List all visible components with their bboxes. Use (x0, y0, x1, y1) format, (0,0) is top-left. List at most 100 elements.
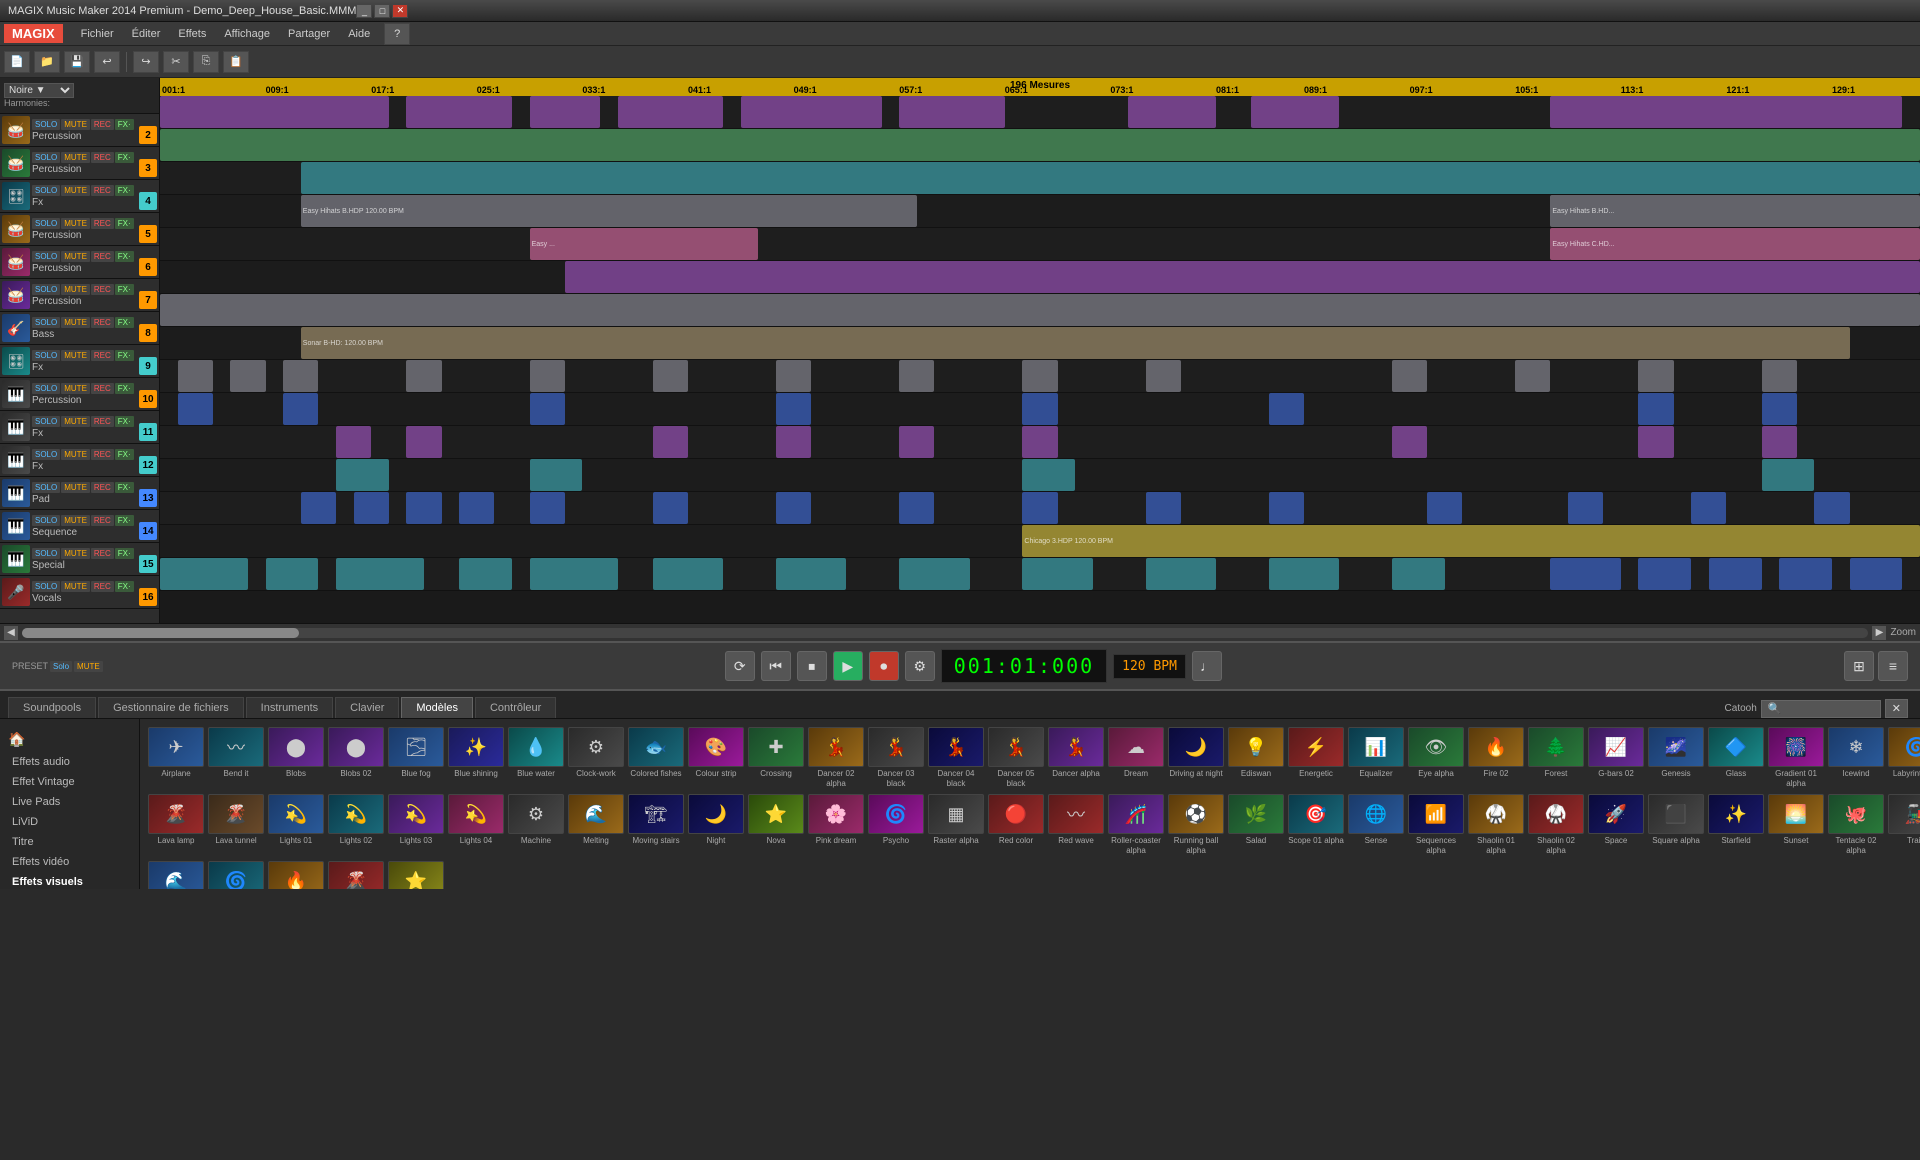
segment-11-5[interactable] (899, 426, 934, 458)
segment-9-10[interactable] (1146, 360, 1181, 392)
segment-15-7[interactable] (776, 558, 846, 590)
category-titre[interactable]: Titre (0, 832, 139, 852)
segment-13-1[interactable] (301, 492, 336, 524)
segment-13-12[interactable] (1427, 492, 1462, 524)
segment-11-9[interactable] (1762, 426, 1797, 458)
media-row3-item2[interactable]: 🌀 (208, 861, 264, 889)
segment-15-14[interactable] (1638, 558, 1691, 590)
media-genesis[interactable]: 🌌 Genesis (1648, 727, 1704, 788)
media-lava-lamp[interactable]: 🌋 Lava lamp (148, 794, 204, 855)
media-blobs02[interactable]: ⬤ Blobs 02 (328, 727, 384, 788)
segment-1-4[interactable] (618, 96, 724, 128)
media-glass[interactable]: 🔷 Glass (1708, 727, 1764, 788)
menu-editer[interactable]: Éditer (124, 26, 169, 42)
segment-10-4[interactable] (776, 393, 811, 425)
media-energetic[interactable]: ⚡ Energetic (1288, 727, 1344, 788)
media-dancer-02-alpha[interactable]: 💃 Dancer 02 alpha (808, 727, 864, 788)
track-4-solo[interactable]: SOLO (32, 218, 60, 229)
segment-9-2[interactable] (230, 360, 265, 392)
media-melting[interactable]: 🌊 Melting (568, 794, 624, 855)
media-shaolin-01-alpha[interactable]: 🥋 Shaolin 01 alpha (1468, 794, 1524, 855)
track-4-rec[interactable]: REC (91, 218, 114, 229)
track-13-rec[interactable]: REC (91, 515, 114, 526)
media-lights-03[interactable]: 💫 Lights 03 (388, 794, 444, 855)
segment-11-7[interactable] (1392, 426, 1427, 458)
save-button[interactable]: 💾 (64, 51, 90, 73)
segment-5-2[interactable]: Easy Hihats C.HD... (1550, 228, 1920, 260)
media-train[interactable]: 🚂 Train (1888, 794, 1920, 855)
segment-15-9[interactable] (1022, 558, 1092, 590)
segment-15-17[interactable] (1850, 558, 1903, 590)
track-lane-2[interactable] (160, 129, 1920, 162)
media-forest[interactable]: 🌲 Forest (1528, 727, 1584, 788)
category-live-pads[interactable]: Live Pads (0, 792, 139, 812)
track-1-mute[interactable]: MUTE (61, 119, 90, 130)
segment-11-1[interactable] (336, 426, 371, 458)
track-3-rec[interactable]: REC (91, 185, 114, 196)
menu-effets[interactable]: Effets (170, 26, 214, 42)
track-1-rec[interactable]: REC (91, 119, 114, 130)
track-3-fx[interactable]: FX· (115, 185, 134, 196)
segment-1-5[interactable] (741, 96, 882, 128)
media-dancer-05-black[interactable]: 💃 Dancer 05 black (988, 727, 1044, 788)
segment-15-5[interactable] (530, 558, 618, 590)
settings-button[interactable]: ⚙ (905, 651, 935, 681)
menu-fichier[interactable]: Fichier (73, 26, 122, 42)
stop-button[interactable]: ⏹ (797, 651, 827, 681)
track-8-mute[interactable]: MUTE (61, 350, 90, 361)
media-lights-02[interactable]: 💫 Lights 02 (328, 794, 384, 855)
media-salad[interactable]: 🌿 Salad (1228, 794, 1284, 855)
track-lane-11[interactable] (160, 426, 1920, 459)
track-13-solo[interactable]: SOLO (32, 515, 60, 526)
segment-15-13[interactable] (1550, 558, 1620, 590)
segment-15-6[interactable] (653, 558, 723, 590)
media-tentacle-02-alpha[interactable]: 🐙 Tentacle 02 alpha (1828, 794, 1884, 855)
media-colour-strip[interactable]: 🎨 Colour strip (688, 727, 744, 788)
open-button[interactable]: 📁 (34, 51, 60, 73)
track-14-solo[interactable]: SOLO (32, 548, 60, 559)
scroll-left-button[interactable]: ◀ (4, 626, 18, 640)
track-lane-10[interactable] (160, 393, 1920, 426)
track-9-mute[interactable]: MUTE (61, 383, 90, 394)
cut-button[interactable]: ✂ (163, 51, 189, 73)
track-8-solo[interactable]: SOLO (32, 350, 60, 361)
segment-12-2[interactable] (530, 459, 583, 491)
media-red-wave[interactable]: 〰 Red wave (1048, 794, 1104, 855)
segment-3-1[interactable] (301, 162, 1920, 194)
segment-1-8[interactable] (1251, 96, 1339, 128)
segment-13-9[interactable] (1022, 492, 1057, 524)
track-2-fx[interactable]: FX· (115, 152, 134, 163)
track-lane-14[interactable]: Chicago 3.HDP 120.00 BPM (160, 525, 1920, 558)
tab-instruments[interactable]: Instruments (246, 697, 333, 718)
media-sunset[interactable]: 🌅 Sunset (1768, 794, 1824, 855)
media-machine[interactable]: ⚙ Machine (508, 794, 564, 855)
segment-5-1[interactable]: Easy ... (530, 228, 759, 260)
media-square-alpha[interactable]: ⬛ Square alpha (1648, 794, 1704, 855)
segment-4-1[interactable]: Easy Hihats B.HDP 120.00 BPM (301, 195, 917, 227)
track-8-fx[interactable]: FX· (115, 350, 134, 361)
list-view-button[interactable]: ≡ (1878, 651, 1908, 681)
segment-9-12[interactable] (1515, 360, 1550, 392)
segment-4-2[interactable]: Easy Hihats B.HD... (1550, 195, 1920, 227)
segment-15-8[interactable] (899, 558, 969, 590)
track-lane-1[interactable] (160, 96, 1920, 129)
track-13-fx[interactable]: FX· (115, 515, 134, 526)
search-input[interactable] (1761, 700, 1881, 718)
segment-13-15[interactable] (1814, 492, 1849, 524)
segment-10-6[interactable] (1269, 393, 1304, 425)
media-red-color[interactable]: 🔴 Red color (988, 794, 1044, 855)
media-clockwork[interactable]: ⚙ Clock-work (568, 727, 624, 788)
segment-9-13[interactable] (1638, 360, 1673, 392)
media-lights-01[interactable]: 💫 Lights 01 (268, 794, 324, 855)
tracks-content[interactable]: Easy Hihats B.HDP 120.00 BPM Easy Hihats… (160, 96, 1920, 623)
time-ruler[interactable]: 196 Mesures 001:1 009:1 017:1 025:1 033:… (160, 78, 1920, 96)
media-nova[interactable]: ⭐ Nova (748, 794, 804, 855)
media-night[interactable]: 🌙 Night (688, 794, 744, 855)
copy-button[interactable]: ⎘ (193, 51, 219, 73)
media-row3-item5[interactable]: ⭐ (388, 861, 444, 889)
segment-9-6[interactable] (653, 360, 688, 392)
tab-clavier[interactable]: Clavier (335, 697, 399, 718)
track-11-fx[interactable]: FX· (115, 449, 134, 460)
track-7-fx[interactable]: FX· (115, 317, 134, 328)
media-lights-04[interactable]: 💫 Lights 04 (448, 794, 504, 855)
